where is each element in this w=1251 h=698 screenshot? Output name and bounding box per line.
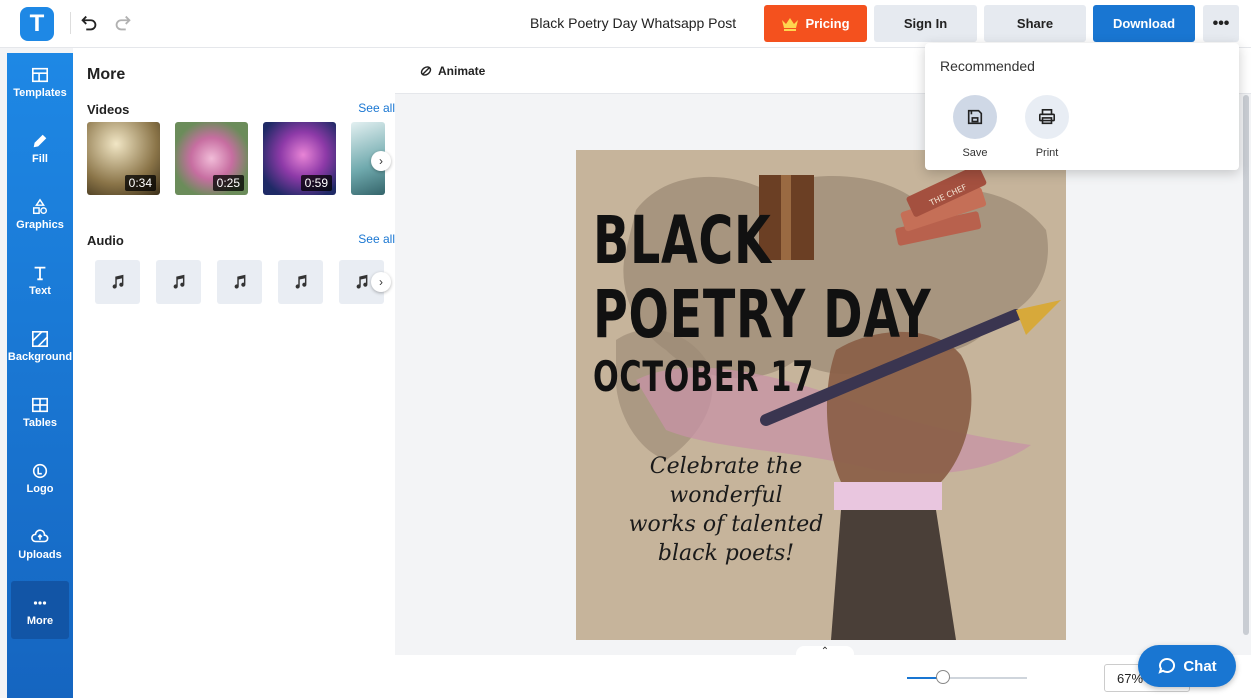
poster-headline-line1[interactable]: BLACK	[593, 208, 772, 274]
video-thumbnail[interactable]: 0:25	[175, 122, 248, 195]
logo-icon	[32, 463, 48, 478]
share-button[interactable]: Share	[984, 5, 1086, 42]
zoom-slider[interactable]	[907, 677, 1027, 679]
poster-tagline[interactable]: Celebrate the wonderful works of talente…	[606, 452, 846, 568]
audio-item[interactable]	[217, 260, 262, 304]
rail-label: Fill	[32, 152, 48, 165]
rail-item-templates[interactable]: Templates	[7, 53, 73, 111]
templates-icon	[31, 67, 49, 82]
document-title[interactable]: Black Poetry Day Whatsapp Post	[530, 15, 736, 31]
more-panel: More Videos See all 0:34 0:25 0:59 › Aud…	[73, 48, 395, 698]
print-icon-circle	[1025, 95, 1069, 139]
shapes-icon	[32, 198, 48, 214]
tagline-line: wonderful	[669, 483, 783, 508]
zoom-slider-handle[interactable]	[936, 670, 950, 684]
audio-next-arrow[interactable]: ›	[371, 272, 391, 292]
save-label: Save	[962, 147, 988, 159]
poster-date[interactable]: OCTOBER 17	[593, 356, 814, 398]
rail-item-graphics[interactable]: Graphics	[7, 185, 73, 243]
video-thumbnail[interactable]: 0:59	[263, 122, 336, 195]
rail-label: Templates	[13, 86, 67, 99]
videos-section-title: Videos	[87, 102, 130, 117]
animate-button[interactable]: Animate	[419, 64, 485, 78]
rail-item-tables[interactable]: Tables	[7, 383, 73, 441]
videos-next-arrow[interactable]: ›	[371, 151, 391, 171]
save-icon	[967, 109, 983, 125]
tagline-line: Celebrate the	[649, 454, 803, 479]
music-note-icon	[173, 274, 184, 289]
music-note-icon	[356, 274, 367, 289]
rail-item-more[interactable]: More	[11, 581, 69, 639]
text-icon	[34, 266, 46, 280]
chat-label: Chat	[1183, 657, 1217, 675]
more-options-dropdown: Recommended Save Print	[925, 43, 1239, 170]
rail-item-uploads[interactable]: Uploads	[7, 515, 73, 573]
left-rail: Templates Fill Graphics Text Background …	[7, 53, 73, 698]
top-bar: T Black Poetry Day Whatsapp Post Pricing…	[0, 0, 1251, 48]
background-icon	[31, 330, 49, 347]
audio-item[interactable]	[156, 260, 201, 304]
dots-icon	[33, 600, 47, 605]
table-icon	[31, 397, 49, 412]
print-label: Print	[1035, 147, 1059, 159]
video-duration: 0:34	[124, 175, 156, 191]
panel-title: More	[87, 66, 126, 83]
print-icon	[1038, 108, 1056, 125]
undo-icon[interactable]	[78, 12, 100, 34]
pencil-icon	[33, 134, 47, 147]
dropdown-title: Recommended	[940, 58, 1035, 74]
chat-bubble-icon	[1158, 657, 1176, 674]
poster-canvas[interactable]: THE CHEF BLACK POETRY DAY OCTOBER 17 Cel…	[576, 150, 1066, 640]
video-duration: 0:59	[300, 175, 332, 191]
rail-label: More	[26, 614, 54, 627]
rail-label: Background	[7, 350, 73, 363]
more-options-button[interactable]: •••	[1203, 5, 1239, 42]
audio-item[interactable]	[95, 260, 140, 304]
canvas-scrollbar[interactable]	[1243, 95, 1249, 635]
rail-item-text[interactable]: Text	[7, 251, 73, 309]
rail-label: Graphics	[16, 218, 64, 231]
save-icon-circle	[953, 95, 997, 139]
rail-label: Text	[29, 284, 51, 297]
chat-button[interactable]: Chat	[1138, 645, 1236, 687]
music-note-icon	[112, 274, 123, 289]
divider	[70, 12, 71, 34]
poster-headline-line2[interactable]: POETRY DAY	[593, 282, 931, 348]
sign-in-button[interactable]: Sign In	[874, 5, 977, 42]
video-thumbnail[interactable]: 0:34	[87, 122, 160, 195]
pricing-label: Pricing	[805, 16, 850, 31]
video-duration: 0:25	[212, 175, 244, 191]
save-option[interactable]: Save	[945, 95, 1005, 159]
print-option[interactable]: Print	[1017, 95, 1077, 159]
audio-item[interactable]	[278, 260, 323, 304]
expand-pages-button[interactable]: ⌃	[796, 646, 854, 660]
download-button[interactable]: Download	[1093, 5, 1195, 42]
pricing-button[interactable]: Pricing	[764, 5, 867, 42]
music-note-icon	[234, 274, 245, 289]
app-logo[interactable]: T	[20, 7, 54, 41]
rail-label: Logo	[26, 482, 54, 495]
rail-item-fill[interactable]: Fill	[7, 119, 73, 177]
crown-icon	[782, 17, 799, 31]
rail-item-logo[interactable]: Logo	[7, 449, 73, 507]
rail-label: Tables	[22, 416, 58, 429]
music-note-icon	[295, 274, 306, 289]
tagline-line: works of talented	[628, 512, 824, 537]
cloud-upload-icon	[31, 528, 49, 542]
redo-icon[interactable]	[112, 12, 134, 34]
videos-see-all-link[interactable]: See all	[358, 101, 395, 115]
audio-see-all-link[interactable]: See all	[358, 232, 395, 246]
animate-label: Animate	[438, 64, 486, 78]
rail-label: Uploads	[18, 548, 62, 561]
tagline-line: black poets!	[657, 541, 795, 566]
rail-item-background[interactable]: Background	[7, 317, 73, 375]
audio-section-title: Audio	[87, 233, 124, 248]
animate-icon	[420, 66, 432, 76]
